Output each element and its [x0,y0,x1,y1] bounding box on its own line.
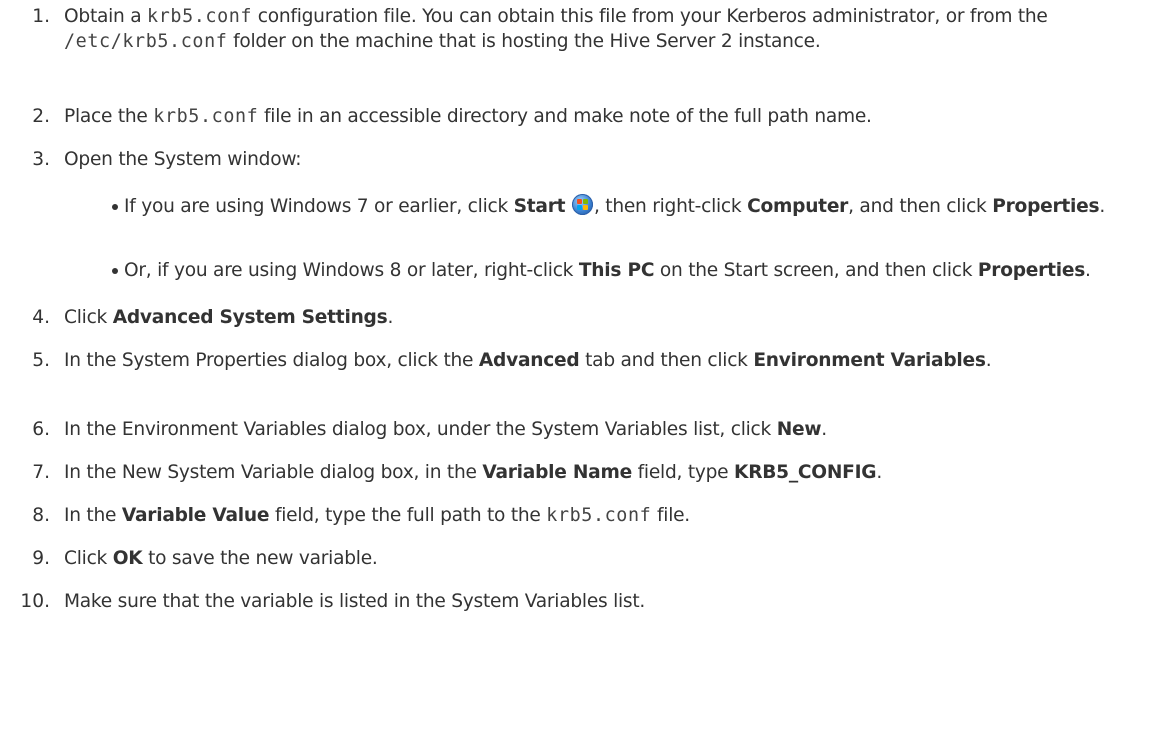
ui-term-krb5-config: KRB5_CONFIG [734,462,877,483]
bullet-marker [112,204,118,210]
step-number: 5. [32,350,50,371]
step-number: 6. [32,419,50,440]
step-number: 7. [32,462,50,483]
ui-term-computer: Computer [747,196,849,217]
ui-term-ok: OK [112,548,143,569]
step-text: In the Variable Value field, type the fu… [64,505,690,526]
bullet-text: Or, if you are using Windows 8 or later,… [124,260,1091,281]
ui-term-properties: Properties [977,260,1086,281]
step-number: 10. [20,591,50,612]
code-krb5-conf: krb5.conf [153,106,259,127]
step-text: Open the System window: [64,149,302,170]
step-number: 3. [32,149,50,170]
bullet-text: If you are using Windows 7 or earlier, c… [124,194,1106,217]
bullet-marker [112,268,118,274]
ui-term-environment-variables: Environment Variables [753,350,986,371]
step-number: 2. [32,106,50,127]
step-text: In the System Properties dialog box, cli… [64,350,992,371]
code-krb5-conf: krb5.conf [546,505,652,526]
code-etc-krb5-conf: /etc/krb5.conf [64,31,228,52]
step-number: 8. [32,505,50,526]
ui-term-new: New [776,419,822,440]
ui-term-advanced: Advanced [478,350,580,371]
step-text: Obtain a krb5.conf configuration file. Y… [64,6,1048,52]
ui-term-properties: Properties [992,196,1100,217]
ui-term-advanced-system-settings: Advanced System Settings [112,307,388,328]
ui-term-start: Start [513,196,566,217]
instruction-document: 1. Obtain a krb5.conf configuration file… [0,0,1174,735]
step-text: Make sure that the variable is listed in… [64,591,646,612]
step-text: Click OK to save the new variable. [64,548,378,569]
step-text: In the Environment Variables dialog box,… [64,419,827,440]
code-krb5-conf: krb5.conf [147,6,253,27]
step-number: 4. [32,307,50,328]
ui-term-this-pc: This PC [578,260,655,281]
step-text: Click Advanced System Settings. [64,307,394,328]
windows-start-orb-icon [571,194,593,215]
ui-term-variable-name: Variable Name [482,462,632,483]
step-text: In the New System Variable dialog box, i… [64,462,882,483]
step-text: Place the krb5.conf file in an accessibl… [64,106,872,127]
ui-term-variable-value: Variable Value [121,505,270,526]
step-number: 1. [32,6,50,27]
step-number: 9. [32,548,50,569]
